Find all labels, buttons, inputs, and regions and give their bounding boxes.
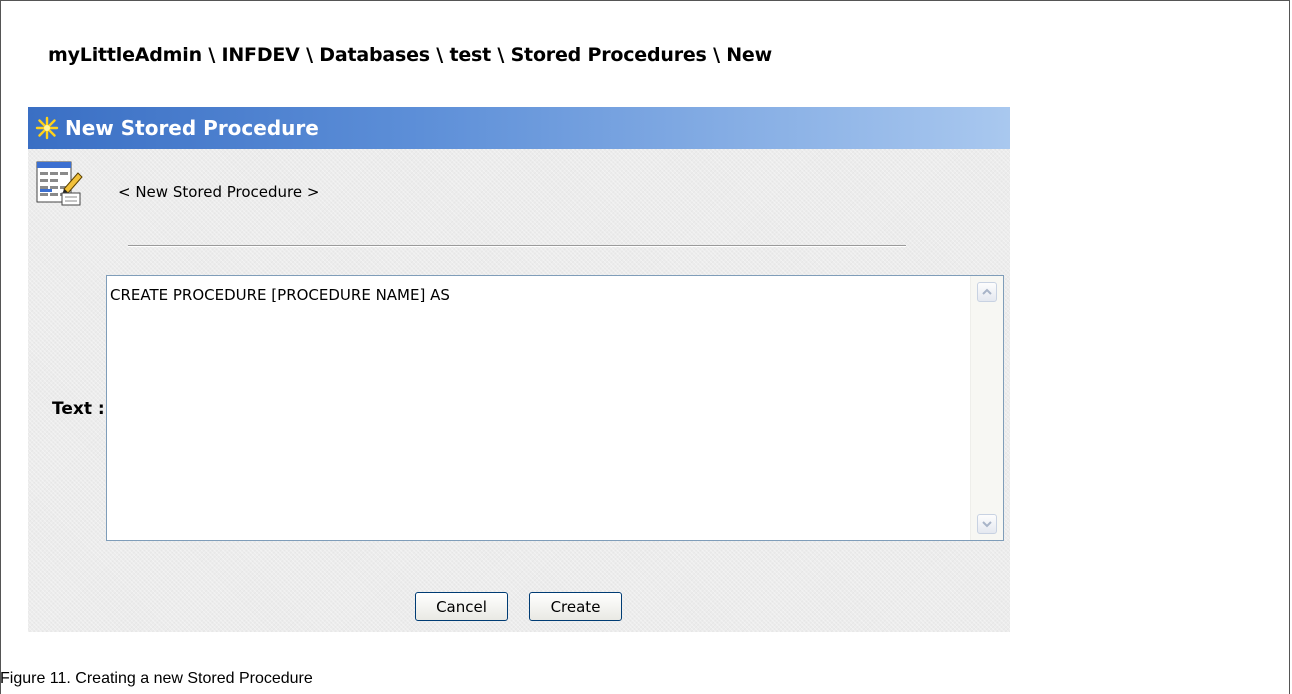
stored-procedure-icon — [36, 161, 83, 206]
panel-title: New Stored Procedure — [65, 116, 319, 140]
text-label: Text : — [52, 399, 105, 419]
cancel-button[interactable]: Cancel — [415, 592, 508, 621]
panel-titlebar: New Stored Procedure — [28, 107, 1010, 149]
chevron-up-icon — [982, 288, 992, 295]
new-stored-procedure-panel: New Stored Procedure < New Stored Proced… — [28, 107, 1010, 632]
star-icon — [35, 116, 59, 140]
chevron-down-icon — [982, 521, 992, 528]
procedure-text-field[interactable]: CREATE PROCEDURE [PROCEDURE NAME] AS — [106, 275, 1004, 548]
create-button[interactable]: Create — [529, 592, 622, 621]
scroll-down-button[interactable] — [977, 514, 997, 534]
figure-caption: Figure 11. Creating a new Stored Procedu… — [0, 670, 313, 687]
procedure-text-input[interactable]: CREATE PROCEDURE [PROCEDURE NAME] AS — [109, 276, 968, 548]
vertical-scrollbar[interactable] — [970, 276, 1003, 540]
divider — [128, 245, 906, 247]
scroll-up-button[interactable] — [977, 282, 997, 302]
breadcrumb: myLittleAdmin \ INFDEV \ Databases \ tes… — [48, 44, 772, 66]
procedure-name: < New Stored Procedure > — [118, 183, 320, 201]
